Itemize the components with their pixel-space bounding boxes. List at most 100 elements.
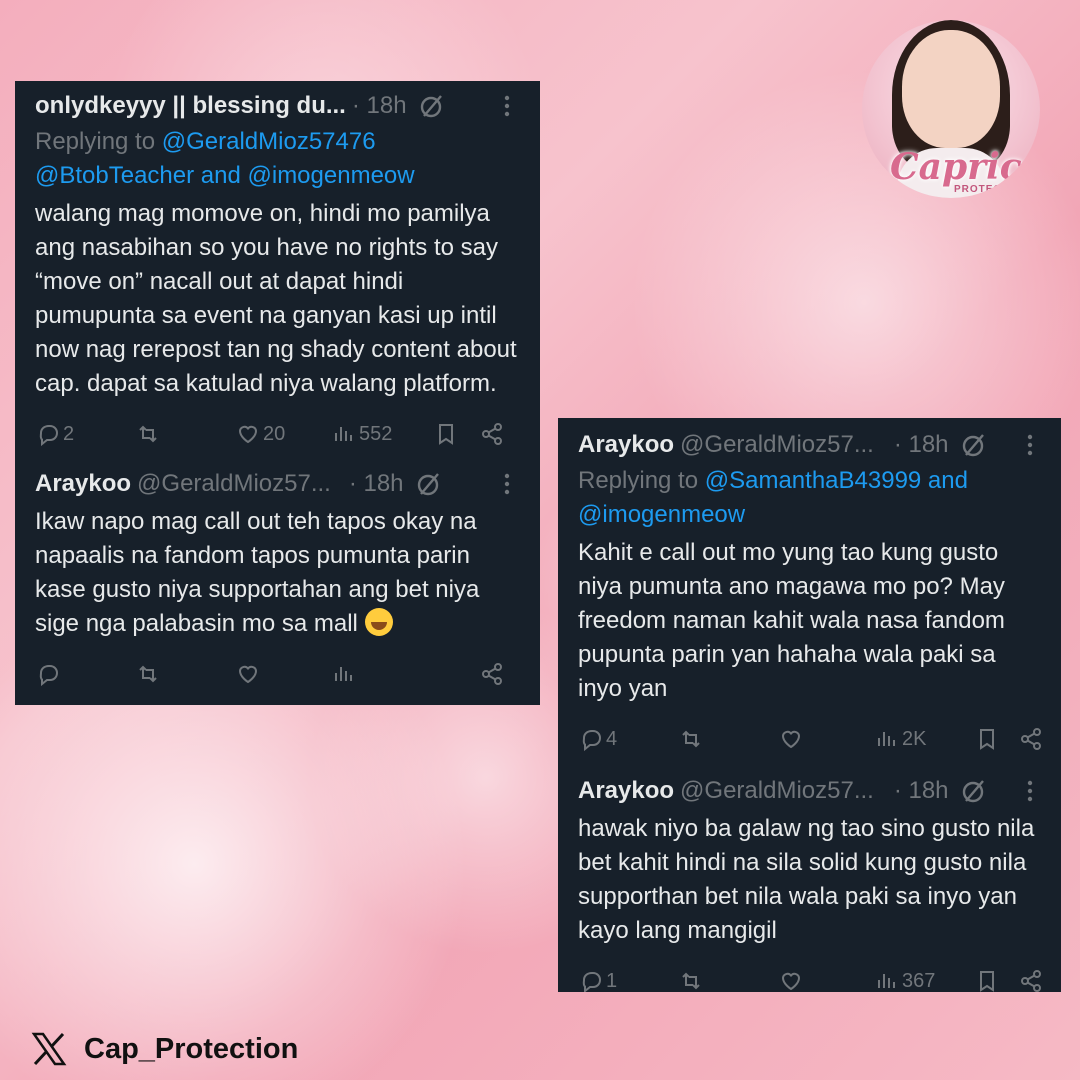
views-button[interactable]: 552 <box>331 421 392 447</box>
reply-button[interactable]: 2 <box>35 421 74 447</box>
tweet-time[interactable]: · 18h <box>352 92 407 120</box>
views-count: 2K <box>902 727 927 750</box>
grok-icon[interactable] <box>416 471 442 497</box>
tweet-actions-cropped <box>35 651 520 695</box>
views-button[interactable]: 2K <box>874 726 926 752</box>
tweet-time[interactable]: · 18h <box>894 777 949 805</box>
mention-link[interactable]: @BtobTeacher and @imogenmeow <box>35 162 415 189</box>
reply-count: 4 <box>606 727 618 750</box>
tweet-text: hawak niyo ba galaw ng tao sino gusto ni… <box>578 815 1035 944</box>
tweet[interactable]: Araykoo @GeraldMioz57... · 18h hawak niy… <box>578 774 1043 992</box>
more-options-icon[interactable] <box>494 471 520 497</box>
retweet-icon <box>682 730 700 748</box>
rofl-emoji-icon <box>364 608 393 636</box>
x-logo-icon <box>31 1032 67 1066</box>
like-button[interactable]: 20 <box>235 421 285 447</box>
heart-icon <box>238 665 258 684</box>
tweet-time[interactable]: · 18h <box>349 470 404 498</box>
tweet-actions: 1 367 <box>578 958 1043 992</box>
bookmark-button[interactable] <box>974 968 1000 992</box>
bookmark-button[interactable] <box>974 726 1000 752</box>
reply-button[interactable] <box>35 661 61 687</box>
more-options-icon[interactable] <box>1017 778 1043 804</box>
retweet-button[interactable] <box>678 968 704 992</box>
like-button[interactable] <box>235 661 261 687</box>
retweet-button[interactable] <box>678 726 704 752</box>
tweet-header: Araykoo @GeraldMioz57... · 18h <box>578 428 1043 462</box>
views-icon <box>335 667 352 681</box>
views-button[interactable]: 367 <box>874 968 935 992</box>
reply-icon <box>582 972 602 992</box>
tweet-actions: 4 2K <box>578 716 1043 760</box>
views-button[interactable] <box>331 661 357 687</box>
tweet-text-content: Ikaw napo mag call out teh tapos okay na… <box>35 508 480 637</box>
share-icon <box>1021 970 1041 992</box>
tweet-header: onlydkeyyy || blessing du... · 18h <box>35 89 520 123</box>
tweet-text: Kahit e call out mo yung tao kung gusto … <box>578 539 1005 702</box>
bookmark-button[interactable] <box>433 421 459 447</box>
footer-account-name: Cap_Protection <box>84 1032 299 1065</box>
reply-count: 2 <box>63 422 75 445</box>
views-count: 367 <box>902 969 936 992</box>
caprice-protection-avatar: Caprice PROTECTIO <box>862 20 1040 198</box>
avatar-brand-text: Caprice <box>890 146 1040 188</box>
like-button[interactable] <box>778 726 804 752</box>
reply-button[interactable]: 4 <box>578 726 617 752</box>
share-button[interactable] <box>479 661 505 687</box>
grok-icon[interactable] <box>961 778 987 804</box>
tweet[interactable]: Araykoo @GeraldMioz57... · 18h Ikaw napo… <box>35 467 520 695</box>
grok-icon[interactable] <box>961 432 987 458</box>
replying-to: Replying to @SamanthaB43999 and @imogenm… <box>578 464 1043 532</box>
like-count: 20 <box>263 422 286 445</box>
retweet-button[interactable] <box>135 421 161 447</box>
retweet-icon <box>139 665 157 683</box>
tweet-time[interactable]: · 18h <box>894 431 949 459</box>
footer-account: Cap_Protection <box>30 1030 298 1068</box>
grok-icon[interactable] <box>419 93 445 119</box>
more-options-icon[interactable] <box>494 93 520 119</box>
tweet-handle[interactable]: @GeraldMioz57... <box>137 470 331 498</box>
tweet[interactable]: Araykoo @GeraldMioz57... · 18h Replying … <box>578 428 1043 760</box>
avatar-face <box>902 30 1000 148</box>
tweet-text: walang mag momove on, hindi mo pamilya a… <box>35 200 517 397</box>
tweet-author[interactable]: Araykoo <box>578 431 674 459</box>
views-icon <box>878 974 895 988</box>
tweet[interactable]: onlydkeyyy || blessing du... · 18h Reply… <box>35 89 520 455</box>
more-options-icon[interactable] <box>1017 432 1043 458</box>
like-button[interactable] <box>778 968 804 992</box>
share-button[interactable] <box>479 421 505 447</box>
share-button[interactable] <box>1018 726 1044 752</box>
tweet-handle[interactable]: @GeraldMioz57... <box>680 431 874 459</box>
share-icon <box>1021 728 1041 750</box>
reply-icon <box>582 730 602 752</box>
views-icon <box>335 427 352 441</box>
tweet-header: Araykoo @GeraldMioz57... · 18h <box>35 467 520 501</box>
reply-icon <box>39 425 59 447</box>
heart-icon <box>781 730 801 749</box>
heart-icon <box>781 972 801 991</box>
right-tweet-card: Araykoo @GeraldMioz57... · 18h Replying … <box>558 418 1061 992</box>
mention-link[interactable]: @imogenmeow <box>578 501 745 528</box>
share-icon <box>482 663 502 685</box>
mention-link[interactable]: @SamanthaB43999 and <box>705 467 968 494</box>
tweet-header: Araykoo @GeraldMioz57... · 18h <box>578 774 1043 808</box>
bookmark-icon <box>980 729 994 750</box>
views-count: 552 <box>359 422 393 445</box>
avatar-sub-text: PROTECTIO <box>954 184 1022 195</box>
tweet-author[interactable]: Araykoo <box>35 470 131 498</box>
reply-button[interactable]: 1 <box>578 968 617 992</box>
views-icon <box>878 732 895 746</box>
tweet-author[interactable]: Araykoo <box>578 777 674 805</box>
share-icon <box>482 423 502 445</box>
tweet-text: Ikaw napo mag call out teh tapos okay na… <box>35 505 520 641</box>
tweet-actions: 2 20 552 <box>35 411 520 455</box>
retweet-button[interactable] <box>135 661 161 687</box>
retweet-icon <box>139 425 157 443</box>
share-button[interactable] <box>1018 968 1044 992</box>
retweet-icon <box>682 972 700 990</box>
tweet-handle[interactable]: @GeraldMioz57... <box>680 777 874 805</box>
left-tweet-card: onlydkeyyy || blessing du... · 18h Reply… <box>15 81 540 705</box>
bookmark-icon <box>439 424 453 445</box>
mention-link[interactable]: @GeraldMioz57476 <box>162 128 376 155</box>
tweet-author[interactable]: onlydkeyyy || blessing du... <box>35 92 346 120</box>
